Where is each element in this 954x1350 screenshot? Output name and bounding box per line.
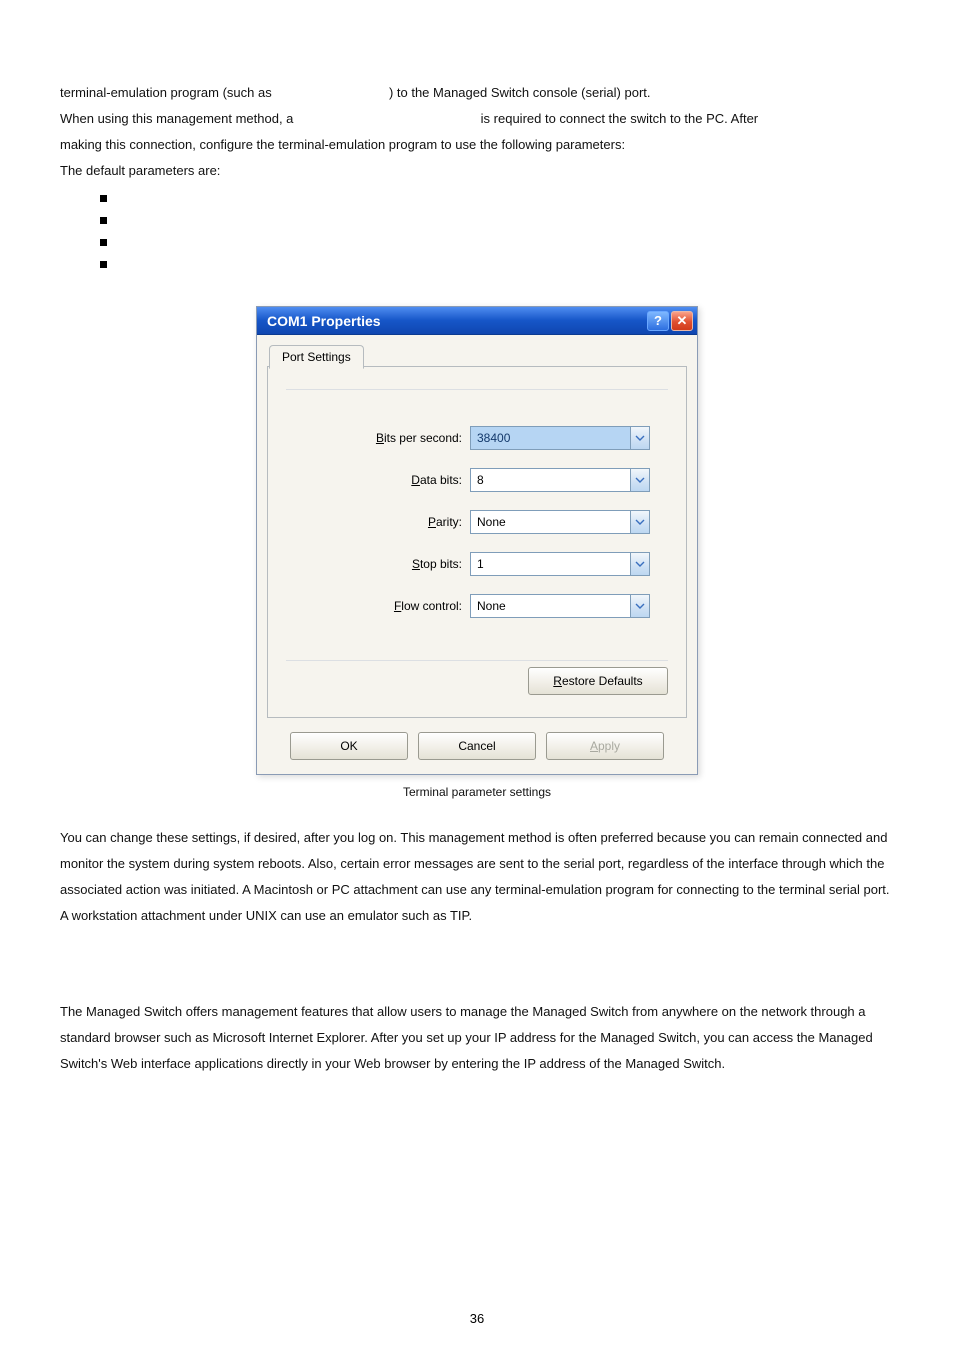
- intro-line-4: The default parameters are:: [60, 158, 894, 184]
- spacer: [60, 929, 894, 999]
- chevron-down-icon[interactable]: [630, 594, 650, 618]
- paragraph-3: The Managed Switch offers management fea…: [60, 999, 894, 1077]
- help-icon: ?: [654, 313, 662, 328]
- mnemonic: B: [376, 431, 384, 445]
- bullet-icon: [100, 217, 107, 224]
- field-label: Parity:: [294, 515, 470, 529]
- intro-text-1a: terminal-emulation program (such as: [60, 85, 275, 100]
- fields-group: Bits per second: 38400 Data: [286, 389, 668, 661]
- list-item: [100, 188, 894, 210]
- tab-strip: Port Settings: [267, 343, 687, 367]
- btn-label: OK: [340, 739, 357, 753]
- dialog-title-text: COM1 Properties: [267, 313, 645, 329]
- figure-caption: Terminal parameter settings: [60, 785, 894, 799]
- close-button[interactable]: ✕: [671, 311, 693, 331]
- cancel-button[interactable]: Cancel: [418, 732, 536, 760]
- restore-row: Restore Defaults: [286, 667, 668, 695]
- combo-value: 1: [470, 552, 630, 576]
- intro-paragraph: terminal-emulation program (such as ) to…: [60, 80, 894, 184]
- btn-label: Cancel: [458, 739, 495, 753]
- parity-combo[interactable]: None: [470, 510, 650, 534]
- label-rest: ata bits:: [420, 473, 462, 487]
- chevron-down-icon[interactable]: [630, 426, 650, 450]
- flow-control-combo[interactable]: None: [470, 594, 650, 618]
- field-data-bits: Data bits: 8: [294, 468, 660, 492]
- list-item: [100, 232, 894, 254]
- btn-rest: pply: [598, 739, 620, 753]
- tab-page: Bits per second: 38400 Data: [267, 366, 687, 718]
- field-flow-control: Flow control: None: [294, 594, 660, 618]
- combo-value: None: [470, 594, 630, 618]
- chevron-down-icon[interactable]: [630, 468, 650, 492]
- field-label: Flow control:: [294, 599, 470, 613]
- page: terminal-emulation program (such as ) to…: [0, 0, 954, 1350]
- field-parity: Parity: None: [294, 510, 660, 534]
- apply-button[interactable]: Apply: [546, 732, 664, 760]
- label-rest: top bits:: [420, 557, 462, 571]
- data-bits-combo[interactable]: 8: [470, 468, 650, 492]
- mnemonic: D: [411, 473, 420, 487]
- btn-rest: estore Defaults: [562, 674, 643, 688]
- spacer: [60, 799, 894, 825]
- combo-value: None: [470, 510, 630, 534]
- intro-line-1: terminal-emulation program (such as ) to…: [60, 80, 894, 106]
- dialog-wrapper: COM1 Properties ? ✕ Port Settings: [0, 306, 954, 775]
- com1-properties-dialog: COM1 Properties ? ✕ Port Settings: [256, 306, 698, 775]
- tab-label-text: Port Settings: [282, 350, 351, 364]
- intro-line-3: making this connection, configure the te…: [60, 132, 894, 158]
- mnemonic: A: [590, 739, 598, 753]
- intro-text-2b: is required to connect the switch to the…: [481, 111, 758, 126]
- dialog-body: Port Settings Bits per second: 38400: [257, 335, 697, 774]
- intro-text-2a: When using this management method, a: [60, 111, 297, 126]
- tab-port-settings[interactable]: Port Settings: [269, 345, 364, 369]
- help-button[interactable]: ?: [647, 311, 669, 331]
- field-label: Stop bits:: [294, 557, 470, 571]
- restore-defaults-button[interactable]: Restore Defaults: [528, 667, 668, 695]
- mnemonic: R: [553, 674, 562, 688]
- label-rest: low control:: [401, 599, 462, 613]
- bits-per-second-combo[interactable]: 38400: [470, 426, 650, 450]
- close-icon: ✕: [677, 313, 688, 329]
- bullet-icon: [100, 195, 107, 202]
- stop-bits-combo[interactable]: 1: [470, 552, 650, 576]
- intro-line-2: When using this management method, a is …: [60, 106, 894, 132]
- chevron-down-icon[interactable]: [630, 510, 650, 534]
- dialog-button-row: OK Cancel Apply: [267, 732, 687, 760]
- bullet-icon: [100, 261, 107, 268]
- ok-button[interactable]: OK: [290, 732, 408, 760]
- dialog-titlebar[interactable]: COM1 Properties ? ✕: [257, 307, 697, 335]
- intro-text-1b: ) to the Managed Switch console (serial)…: [389, 85, 651, 100]
- field-bits-per-second: Bits per second: 38400: [294, 426, 660, 450]
- field-label: Bits per second:: [294, 431, 470, 445]
- bullet-icon: [100, 239, 107, 246]
- list-item: [100, 210, 894, 232]
- label-rest: arity:: [436, 515, 462, 529]
- paragraph-2: You can change these settings, if desire…: [60, 825, 894, 929]
- combo-value: 8: [470, 468, 630, 492]
- chevron-down-icon[interactable]: [630, 552, 650, 576]
- label-rest: its per second:: [384, 431, 462, 445]
- field-stop-bits: Stop bits: 1: [294, 552, 660, 576]
- combo-value: 38400: [470, 426, 630, 450]
- bullet-list: [100, 188, 894, 276]
- mnemonic: P: [428, 515, 436, 529]
- mnemonic: S: [412, 557, 420, 571]
- page-number: 36: [0, 1311, 954, 1326]
- list-item: [100, 254, 894, 276]
- field-label: Data bits:: [294, 473, 470, 487]
